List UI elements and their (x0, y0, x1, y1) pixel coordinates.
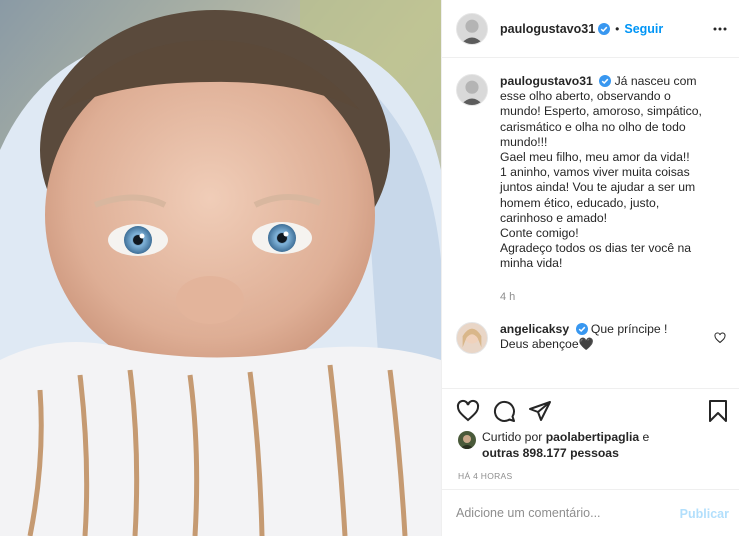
commenter-username[interactable]: angelicaksy (500, 322, 569, 336)
verified-badge-icon (598, 22, 611, 35)
caption-avatar[interactable] (456, 74, 488, 106)
author-username[interactable]: paulogustavo31 (500, 22, 595, 36)
baby-photo-illustration (0, 0, 441, 536)
caption-body: paulogustavo31 Já nasceu com esse olho a… (500, 74, 714, 305)
caption-username[interactable]: paulogustavo31 (500, 74, 593, 88)
comment-input[interactable] (456, 506, 666, 520)
likes-others[interactable]: outras 898.177 pessoas (482, 446, 619, 460)
caption-row: paulogustavo31 Já nasceu com esse olho a… (456, 74, 726, 305)
post-timestamp[interactable]: HÁ 4 HORAS (458, 471, 513, 481)
caption-time[interactable]: 4 h (500, 290, 714, 305)
liker-username[interactable]: paolabertipaglia (546, 430, 639, 444)
bookmark-icon[interactable] (706, 399, 730, 423)
commenter-avatar[interactable] (456, 321, 488, 354)
author-avatar[interactable] (456, 12, 488, 45)
add-comment-bar: Publicar (442, 489, 739, 536)
separator-dot: • (615, 21, 620, 36)
liker-avatar[interactable] (458, 431, 476, 449)
like-comment-heart-icon[interactable] (714, 332, 726, 344)
caption-text: Já nasceu com esse olho aberto, observan… (500, 74, 702, 271)
action-icons-bar (456, 399, 728, 423)
more-options-icon[interactable] (712, 21, 728, 37)
comment-icon[interactable] (492, 399, 516, 423)
likes-text: Curtido por paolabertipaglia e outras 89… (482, 430, 682, 461)
publish-button[interactable]: Publicar (680, 507, 729, 521)
verified-badge-icon (575, 322, 588, 335)
verified-badge-icon (599, 75, 612, 87)
likes-summary: Curtido por paolabertipaglia e outras 89… (458, 430, 682, 461)
share-icon[interactable] (528, 399, 552, 423)
post-photo[interactable] (0, 0, 441, 536)
post-header: paulogustavo31 • Seguir (442, 0, 739, 58)
comment-item: angelicaksy Que príncipe ! Deus abençoe🖤 (456, 321, 726, 354)
follow-button[interactable]: Seguir (624, 22, 663, 36)
heart-icon[interactable] (456, 399, 480, 423)
comment-body: angelicaksy Que príncipe ! Deus abençoe🖤 (500, 322, 690, 354)
likes-prefix: Curtido por (482, 430, 543, 444)
likes-conj: e (642, 430, 650, 444)
comments-area: paulogustavo31 Já nasceu com esse olho a… (442, 58, 739, 388)
instagram-post: paulogustavo31 • Seguir paulogustavo31 J… (0, 0, 739, 536)
post-sidebar: paulogustavo31 • Seguir paulogustavo31 J… (441, 0, 739, 536)
